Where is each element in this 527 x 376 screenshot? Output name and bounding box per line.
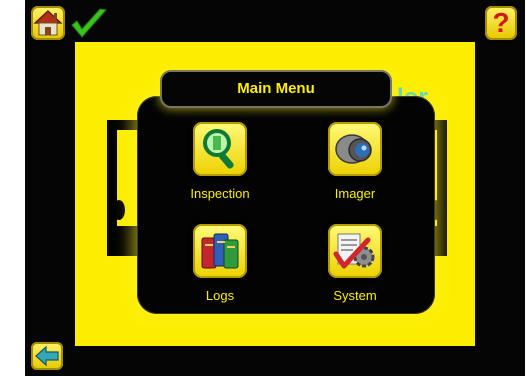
main-menu-title: Main Menu xyxy=(162,72,390,106)
menu-item-label: System xyxy=(333,288,377,303)
help-icon: ? xyxy=(492,7,510,38)
menu-item-system[interactable]: System xyxy=(300,224,410,314)
system-settings-icon xyxy=(328,224,382,278)
menu-item-label: Logs xyxy=(205,288,235,303)
menu-item-logs[interactable]: Logs xyxy=(165,224,275,314)
back-button[interactable] xyxy=(31,342,63,370)
part-hole-left xyxy=(113,200,125,220)
logs-books-icon xyxy=(193,224,247,278)
home-icon xyxy=(33,10,63,36)
back-arrow-icon xyxy=(35,345,59,367)
menu-item-label: Inspection xyxy=(190,186,250,201)
menu-item-label: Imager xyxy=(334,186,376,201)
inspection-magnifier-icon xyxy=(193,122,247,176)
help-button[interactable]: ? xyxy=(485,6,517,40)
home-button[interactable] xyxy=(31,6,65,40)
menu-item-imager[interactable]: Imager xyxy=(300,122,410,212)
camera-lens-icon xyxy=(328,122,382,176)
device-screen: lor ? Main Menu Inspection xyxy=(25,0,525,376)
menu-item-inspection[interactable]: Inspection xyxy=(165,122,275,212)
pass-checkmark-icon xyxy=(71,8,107,38)
